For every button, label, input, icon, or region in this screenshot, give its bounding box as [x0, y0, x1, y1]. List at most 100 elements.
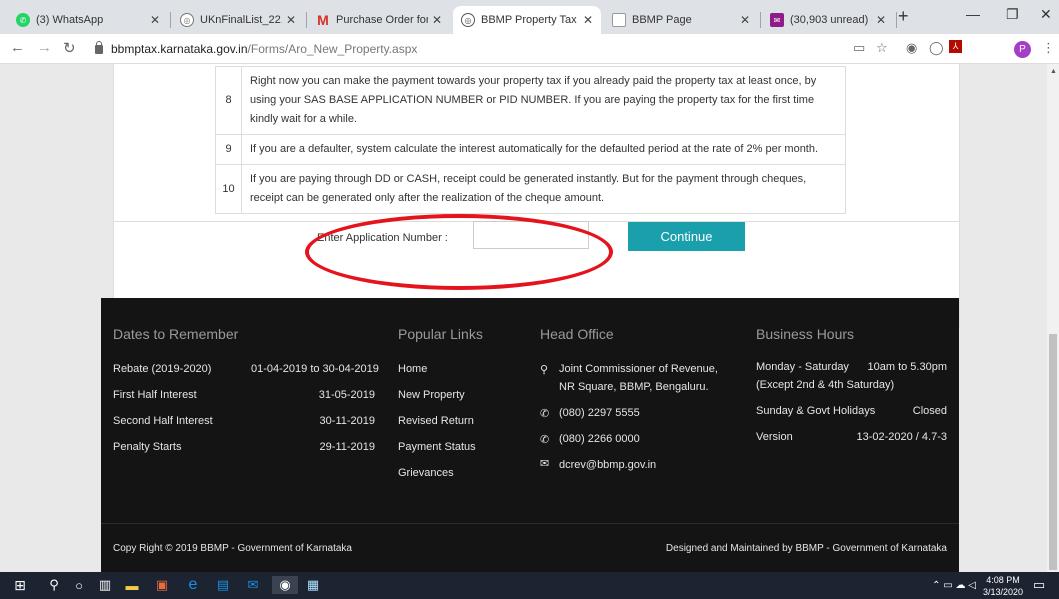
globe-icon: ◎ — [461, 13, 475, 27]
edge-icon[interactable]: e — [184, 576, 202, 594]
clock-date: 3/13/2020 — [983, 587, 1024, 597]
new-tab-button[interactable]: + — [898, 6, 909, 27]
footer-link-new-property[interactable]: New Property — [398, 389, 465, 401]
scroll-up-icon[interactable]: ▲ — [1050, 68, 1057, 75]
store-icon[interactable]: ▤ — [214, 576, 232, 594]
tab-bbmp-property-tax[interactable]: ◎ BBMP Property Tax Syst ✕ — [453, 6, 601, 34]
business-hours-heading: Business Hours — [756, 326, 855, 342]
tab-bbmp-page[interactable]: BBMP Page ✕ — [604, 6, 758, 34]
file-explorer-icon[interactable]: ▬ — [123, 576, 141, 594]
date-label: Rebate (2019-2020) — [113, 363, 212, 375]
url-field[interactable]: bbmptax.karnataka.gov.in/Forms/Aro_New_P… — [95, 38, 935, 60]
footer-link-home[interactable]: Home — [398, 363, 427, 375]
mail-app-icon[interactable]: ✉ — [244, 576, 262, 594]
address-line: NR Square, BBMP, Bengaluru. — [559, 381, 709, 393]
page-icon — [612, 13, 626, 27]
footer-link-payment-status[interactable]: Payment Status — [398, 441, 476, 453]
globe-icon: ◎ — [180, 13, 194, 27]
date-value: 29-11-2019 — [319, 441, 375, 453]
head-office-heading: Head Office — [540, 326, 614, 342]
chrome-taskbar-icon[interactable]: ◉ — [272, 576, 298, 594]
hours-label: Sunday & Govt Holidays — [756, 405, 876, 417]
phone-number: (080) 2297 5555 — [559, 407, 640, 419]
instructions-table: 8 Right now you can make the payment tow… — [215, 66, 846, 214]
taskbar-clock[interactable]: 4:08 PM 3/13/2020 — [983, 574, 1023, 598]
footer-link-grievances[interactable]: Grievances — [398, 467, 454, 479]
row-number: 10 — [215, 164, 242, 214]
page-scrollbar[interactable]: ▲ — [1047, 64, 1059, 572]
clock-time: 4:08 PM — [986, 575, 1020, 585]
pdf-extension-icon[interactable]: ⅄ — [949, 40, 962, 53]
menu-icon[interactable]: ⋮ — [1042, 40, 1055, 56]
profile-avatar[interactable]: P — [1014, 41, 1031, 58]
tab-title: Purchase Order for T-sh — [336, 14, 428, 26]
close-window-button[interactable]: ✕ — [1040, 6, 1052, 23]
close-icon[interactable]: ✕ — [150, 13, 160, 27]
forward-arrow-icon[interactable]: → — [37, 39, 52, 56]
scrollbar-thumb[interactable] — [1049, 334, 1057, 570]
close-icon[interactable]: ✕ — [432, 13, 442, 27]
date-label: First Half Interest — [113, 389, 197, 401]
back-arrow-icon[interactable]: ← — [10, 39, 25, 56]
tab-gmail[interactable]: M Purchase Order for T-sh ✕ — [308, 6, 450, 34]
popular-links-heading: Popular Links — [398, 326, 483, 342]
instructions-panel: 8 Right now you can make the payment tow… — [113, 64, 961, 327]
tab-pdf[interactable]: ◎ UKnFinalList_22.pdf ✕ — [172, 6, 304, 34]
row-text: If you are paying through DD or CASH, re… — [241, 164, 846, 214]
tab-whatsapp[interactable]: ✆ (3) WhatsApp ✕ — [8, 6, 168, 34]
notification-icon[interactable]: ▭ — [1030, 576, 1048, 594]
cortana-icon[interactable]: ○ — [70, 576, 88, 594]
date-value: 31-05-2019 — [318, 389, 375, 401]
windows-start-icon[interactable]: ⊞ — [11, 576, 29, 594]
table-row: 8 Right now you can make the payment tow… — [215, 66, 846, 135]
browser-tab-bar: ✆ (3) WhatsApp ✕ ◎ UKnFinalList_22.pdf ✕… — [0, 0, 1059, 34]
close-icon[interactable]: ✕ — [286, 13, 296, 27]
row-number: 8 — [215, 66, 242, 135]
office-icon[interactable]: ▣ — [153, 576, 171, 594]
windows-taskbar: ⊞ ⚲ ○ ▥ ▬ ▣ e ▤ ✉ ◉ ▦ ⌃ ▭ ☁ ◁ 4:08 PM 3/… — [0, 572, 1059, 599]
extension-icon[interactable]: ◉ — [906, 40, 917, 56]
designed-by-text: Designed and Maintained by BBMP - Govern… — [665, 543, 947, 554]
mail-icon: ✉ — [770, 13, 784, 27]
app-taskbar-icon[interactable]: ▦ — [304, 576, 322, 594]
email-address[interactable]: dcrev@bbmp.gov.in — [559, 459, 656, 471]
dates-heading: Dates to Remember — [113, 326, 239, 342]
close-icon[interactable]: ✕ — [740, 13, 750, 27]
row-text: If you are a defaulter, system calculate… — [241, 134, 846, 165]
date-value: 01-04-2019 to 30-04-2019 — [251, 363, 379, 375]
table-row: 9 If you are a defaulter, system calcula… — [215, 134, 846, 165]
search-icon[interactable]: ⚲ — [45, 576, 63, 594]
tab-title: (3) WhatsApp — [36, 14, 104, 26]
phone-icon: ✆ — [540, 408, 550, 420]
reload-icon[interactable]: ↻ — [63, 39, 76, 57]
address-line: Joint Commissioner of Revenue, — [559, 363, 718, 375]
tab-title: (30,903 unread) - sharm — [790, 14, 872, 26]
whatsapp-icon: ✆ — [16, 13, 30, 27]
gmail-icon: M — [317, 12, 329, 28]
system-tray-icons[interactable]: ⌃ ▭ ☁ ◁ — [930, 576, 978, 594]
page-content: 8 Right now you can make the payment tow… — [0, 64, 1047, 572]
phone-icon: ✆ — [540, 434, 550, 446]
hours-value: Closed — [912, 405, 947, 417]
url-host: bbmptax.karnataka.gov.in — [111, 42, 248, 56]
phone-number: (080) 2266 0000 — [559, 433, 640, 445]
hours-label: Monday - Saturday — [756, 361, 849, 373]
location-pin-icon: ⚲ — [540, 364, 549, 376]
footer-divider — [101, 523, 959, 524]
footer-link-revised-return[interactable]: Revised Return — [398, 415, 474, 427]
star-icon[interactable]: ☆ — [876, 40, 888, 56]
address-bar: ← → ↻ bbmptax.karnataka.gov.in/Forms/Aro… — [0, 34, 1059, 64]
opera-icon[interactable]: ◯ — [929, 40, 944, 56]
lock-icon — [95, 40, 103, 54]
close-icon[interactable]: ✕ — [583, 13, 593, 27]
tab-title: UKnFinalList_22.pdf — [200, 14, 282, 26]
maximize-button[interactable]: ❐ — [1006, 6, 1019, 23]
hours-exception: (Except 2nd & 4th Saturday) — [756, 379, 895, 391]
task-view-icon[interactable]: ▥ — [96, 576, 114, 594]
tab-mail[interactable]: ✉ (30,903 unread) - sharm ✕ — [762, 6, 894, 34]
close-icon[interactable]: ✕ — [876, 13, 886, 27]
minimize-button[interactable]: — — [966, 6, 980, 22]
version-value: 13-02-2020 / 4.7-3 — [856, 431, 947, 443]
continue-button[interactable]: Continue — [628, 222, 745, 251]
cast-icon[interactable]: ▭ — [853, 40, 865, 56]
